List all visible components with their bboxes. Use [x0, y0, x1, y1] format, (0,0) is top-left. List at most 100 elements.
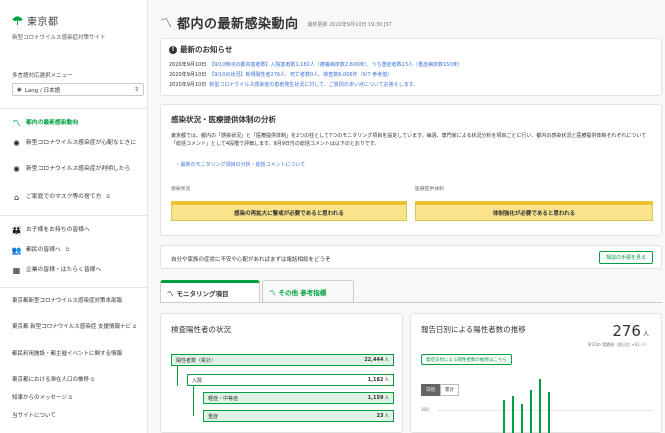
news-link[interactable]: 【9/10の状況】新規陽性者276人、死亡者数0人、検査数6,006件（9/7 … — [209, 72, 392, 78]
sidebar-item-label: お子様をお持ちの皆様へ — [26, 227, 90, 233]
analysis-link[interactable]: › 最新のモニタリング項目の分析・総括コメントについて — [177, 161, 305, 168]
sidebar-link-population[interactable]: 東京都における滞在人口の推移 ⧉ — [12, 376, 142, 384]
sidebar-item-confirmed[interactable]: ✺ 新型コロナウイルス感染症が判明したら — [12, 165, 142, 174]
flow-unit: 人 — [384, 414, 390, 419]
toggle-cumulative[interactable]: 累計 — [440, 384, 459, 396]
virus-icon: ✺ — [13, 164, 20, 174]
news-date: 2020年9月10日 — [169, 62, 207, 68]
positive-status-card: 検査陽性者の状況 陽性者数（累計） 22,444人 入院 1,182人 軽症・中等症… — [160, 313, 403, 433]
sidebar-item-label: ご家庭でのマスク等の捨て方 — [26, 194, 102, 200]
news-item[interactable]: 2020年9月10日 【9/10時点の都内患者数】入院患者数1,182人（療養病床… — [169, 61, 463, 68]
total-unit: 人 — [642, 331, 649, 338]
flow-unit: 人 — [384, 358, 390, 363]
bar-chart-area — [503, 379, 563, 433]
sidebar-item-label: 企業の皆様・はたらく皆様へ — [26, 267, 102, 273]
sidebar-item-citizens[interactable]: 👥 都民の皆様へ ⧉ — [12, 246, 142, 255]
sidebar: 東京都 新型コロナウイルス感染症対策サイト 多言語対応選択メニュー ◉ Lang… — [0, 0, 148, 433]
page-header: 〽 都内の最新感染動向 最終更新 2020年9月10日 19:30 JST — [160, 13, 392, 32]
main-content: 〽 都内の最新感染動向 最終更新 2020年9月10日 19:30 JST ! … — [148, 0, 665, 433]
news-item[interactable]: 2020年9月10日 新型コロナウイルス感染症の患者発生状況に対して、ご質問の多い… — [169, 81, 418, 88]
alert-icon: ! — [169, 45, 177, 54]
analysis-body: 東京都では、都内の「感染状況」と「医療提供体制」を2つの柱として7つのモニタリン… — [171, 133, 647, 147]
external-link-icon: ⧉ — [90, 377, 95, 383]
daily-cumulative-toggle: 日別 累計 — [421, 384, 459, 396]
family-icon: 👪 — [11, 225, 22, 235]
flow-label: 重症 — [208, 413, 219, 420]
external-link-icon: ⧉ — [68, 395, 73, 401]
tokyo-logo[interactable]: 東京都 — [12, 13, 59, 28]
consult-procedure-button[interactable]: 相談の手順を見る — [598, 251, 653, 264]
chart-bar — [539, 379, 541, 433]
flow-label: 入院 — [192, 377, 203, 384]
total-value: 276 — [612, 322, 641, 340]
toggle-daily[interactable]: 日別 — [421, 384, 440, 396]
news-link[interactable]: 【9/10時点の都内患者数】入院患者数1,182人（療養病床数2,600床）、う… — [209, 62, 462, 68]
sidebar-link-support-navi[interactable]: 東京都 新型コロナウイルス感染症 支援情報ナビ ⧉ — [12, 323, 142, 331]
language-select-value: Lang / 日本語 — [24, 87, 61, 94]
sidebar-link-label: 東京都新型コロナウイルス感染症対策本部報 — [12, 298, 123, 304]
medical-system-label: 医療提供体制 — [415, 187, 444, 192]
analysis-link-text: 最新のモニタリング項目の分析・総括コメントについて — [180, 162, 306, 168]
sidebar-item-worried[interactable]: ✺ 新型コロナウイルス感染症が心配なときに — [12, 139, 142, 148]
tab-other-indicators[interactable]: 〽 その他 参考指標 — [262, 280, 354, 302]
page-title: 都内の最新感染動向 — [177, 17, 299, 32]
chart-bar — [521, 404, 523, 433]
sidebar-item-label: 都内の最新感染動向 — [26, 120, 79, 126]
sidebar-link-label: 東京都 新型コロナウイルス感染症 支援情報ナビ — [12, 324, 131, 330]
infection-status-label: 感染状況 — [171, 187, 191, 192]
external-link-icon: ⧉ — [132, 324, 137, 330]
news-heading: ! 最新のお知らせ — [169, 44, 232, 55]
sidebar-item-mask-disposal[interactable]: ⌂ ご家庭でのマスク等の捨て方 ⧉ — [12, 193, 142, 202]
tab-divider — [160, 302, 662, 303]
flow-unit: 人 — [384, 396, 390, 401]
site-subtitle: 新型コロナウイルス感染症対策サイト — [12, 35, 106, 41]
external-link-icon: ⧉ — [65, 247, 70, 253]
news-link[interactable]: 新型コロナウイルス感染症の患者発生状況に対して、ご質問の多い点についてお答えしま… — [209, 82, 418, 88]
daily-positive-heading: 報告日別による陽性者数の推移 — [421, 325, 526, 334]
flow-connector — [177, 366, 178, 386]
news-date: 2020年9月10日 — [169, 72, 207, 78]
logo-text: 東京都 — [27, 17, 59, 28]
flow-row: 軽症・中等症 1,159人 — [203, 392, 394, 404]
flow-value: 1,182 — [367, 377, 384, 383]
tab-label: その他 参考指標 — [278, 288, 327, 297]
flow-value: 1,159 — [367, 395, 384, 401]
trend-icon: 〽 — [160, 16, 173, 30]
sidebar-link-label: 都民利用施設・都主催イベントに関する情報 — [12, 351, 123, 357]
sidebar-item-label: 都民の皆様へ — [26, 247, 61, 253]
chart-bar — [512, 396, 514, 433]
sidebar-item-trend[interactable]: 〽 都内の最新感染動向 — [12, 119, 142, 128]
news-item[interactable]: 2020年9月10日 【9/10の状況】新規陽性者276人、死亡者数0人、検査数6… — [169, 71, 392, 78]
flow-row: 入院 1,182人 — [187, 374, 394, 386]
sidebar-item-business[interactable]: ▦ 企業の皆様・はたらく皆様へ — [12, 266, 142, 275]
sidebar-link-hq-report[interactable]: 東京都新型コロナウイルス感染症対策本部報 — [12, 297, 142, 305]
external-link-icon: ⧉ — [106, 194, 110, 200]
trend-icon: 〽 — [12, 118, 21, 128]
sidebar-item-label: 新型コロナウイルス感染症が心配なときに — [26, 140, 137, 146]
chart-bar — [548, 392, 550, 433]
medical-system-value: 体制強化が必要であると思われる — [415, 201, 653, 221]
onset-date-button[interactable]: 発症日別による陽性者数の推移はこちら — [421, 354, 512, 365]
tab-monitoring[interactable]: 〽 モニタリング項目 — [160, 280, 260, 302]
consult-notice: 自分や家族の症状に不安や心配があればまずは電話相談をどうぞ 相談の手順を見る — [160, 245, 662, 269]
daily-positive-total: 276 人 — [612, 322, 649, 340]
language-select[interactable]: ◉ Lang / 日本語 ⇕ — [12, 83, 144, 96]
flow-row: 重症 23人 — [203, 410, 394, 422]
y-tick-label: 300 — [421, 407, 429, 412]
sidebar-divider — [0, 215, 147, 216]
chevron-updown-icon: ⇕ — [133, 86, 139, 93]
daily-positive-card: 報告日別による陽性者数の推移 276 人 9/10の 実績値（前日比 +61 人）… — [410, 313, 662, 433]
sidebar-item-children[interactable]: 👪 お子様をお持ちの皆様へ — [12, 226, 142, 235]
infection-status-value: 感染の再拡大に警戒が必要であると思われる — [171, 201, 407, 221]
sidebar-divider — [0, 287, 147, 288]
sidebar-link-about[interactable]: 当サイトについて — [12, 412, 142, 420]
sidebar-link-facilities[interactable]: 都民利用施設・都主催イベントに関する情報 — [12, 350, 142, 358]
analysis-card: 感染状況・医療提供体制の分析 東京都では、都内の「感染状況」と「医療提供体制」を… — [160, 104, 662, 236]
sidebar-divider — [0, 108, 147, 109]
chart-bar — [503, 400, 505, 433]
flow-unit: 人 — [384, 378, 390, 383]
sidebar-link-governor[interactable]: 知事からのメッセージ ⧉ — [12, 394, 142, 402]
virus-icon: ✺ — [13, 138, 20, 148]
lang-label: 多言語対応選択メニュー — [12, 73, 73, 79]
trend-icon: 〽 — [269, 288, 276, 297]
